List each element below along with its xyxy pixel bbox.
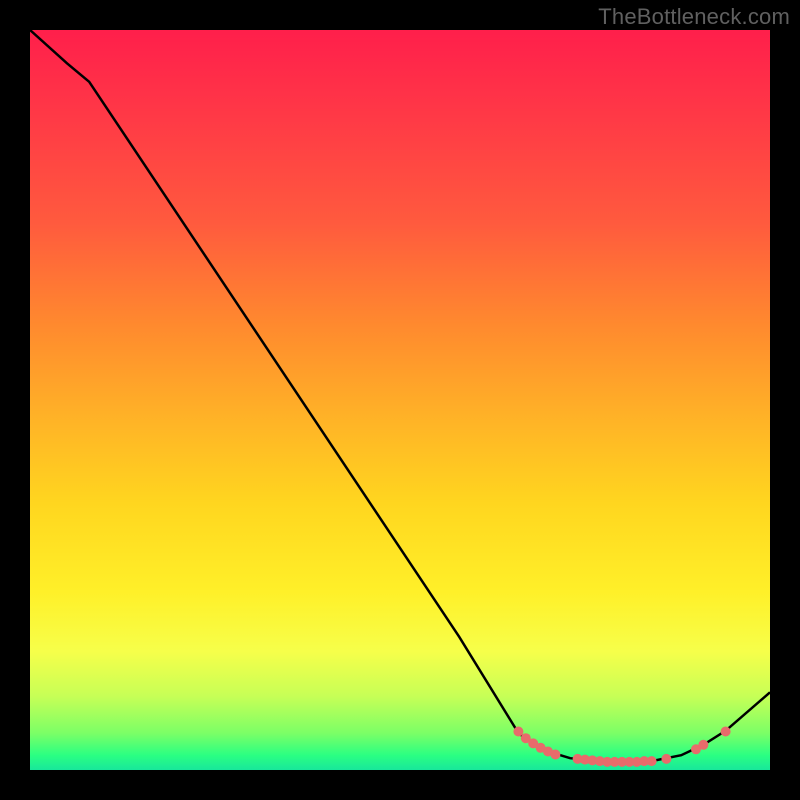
watermark-text: TheBottleneck.com	[598, 4, 790, 30]
points-layer	[30, 30, 770, 770]
data-points-group	[513, 727, 730, 767]
plot-area	[30, 30, 770, 770]
data-point	[550, 750, 560, 760]
data-point	[721, 727, 731, 737]
data-point	[661, 754, 671, 764]
data-point	[513, 727, 523, 737]
data-point	[647, 756, 657, 766]
chart-frame: TheBottleneck.com	[0, 0, 800, 800]
data-point	[698, 740, 708, 750]
